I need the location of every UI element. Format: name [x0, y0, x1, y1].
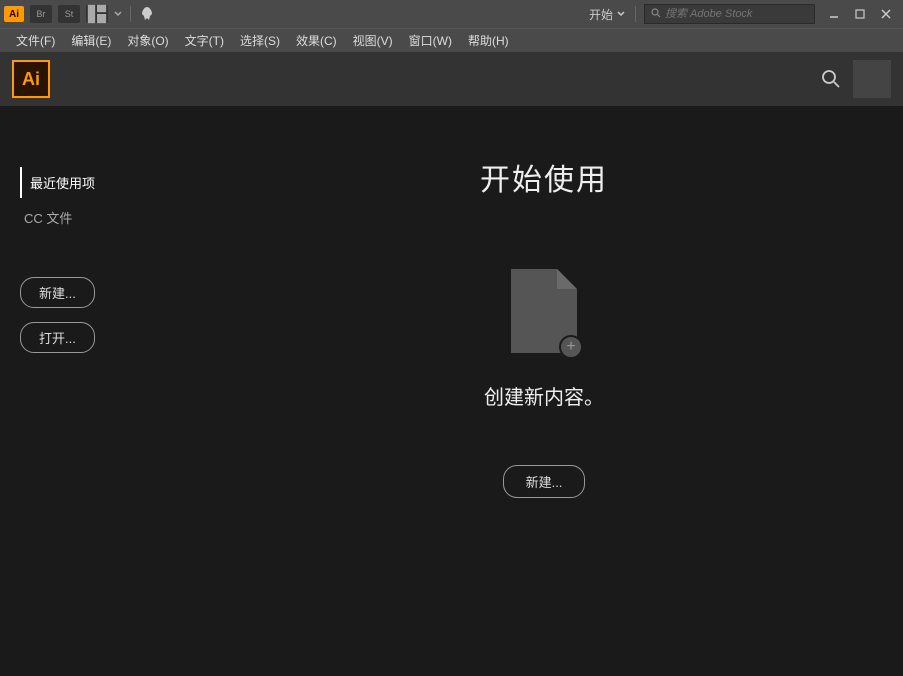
- app-logo-big: Ai: [12, 60, 50, 98]
- chevron-down-icon[interactable]: [114, 10, 122, 18]
- titlebar-left: Ai Br St: [4, 5, 155, 23]
- sidebar-item-recent[interactable]: 最近使用项: [20, 167, 167, 198]
- menu-edit[interactable]: 编辑(E): [63, 30, 119, 51]
- content: 开始使用 + 创建新内容。 新建...: [185, 107, 903, 676]
- rocket-icon[interactable]: [139, 6, 155, 22]
- stock-search-box[interactable]: [644, 4, 815, 24]
- menu-file[interactable]: 文件(F): [8, 30, 63, 51]
- toolbar-search-icon[interactable]: [817, 65, 845, 93]
- menu-help[interactable]: 帮助(H): [460, 30, 517, 51]
- content-new-button[interactable]: 新建...: [503, 465, 586, 498]
- minimize-button[interactable]: [821, 4, 847, 24]
- stock-icon[interactable]: St: [58, 5, 80, 23]
- main-area: 最近使用项 CC 文件 新建... 打开... 开始使用 + 创建新内容。 新建…: [0, 107, 903, 676]
- stock-search-input[interactable]: [665, 8, 808, 20]
- maximize-button[interactable]: [847, 4, 873, 24]
- window-controls: [821, 4, 899, 24]
- menu-object[interactable]: 对象(O): [119, 30, 176, 51]
- workspace-dropdown[interactable]: 开始: [581, 4, 633, 25]
- start-title: 开始使用: [480, 155, 608, 199]
- toolbar: Ai: [0, 52, 903, 107]
- workspace-label: 开始: [589, 6, 613, 23]
- divider: [635, 6, 636, 22]
- menu-view[interactable]: 视图(V): [345, 30, 401, 51]
- create-text: 创建新内容。: [484, 381, 604, 410]
- sidebar-new-button[interactable]: 新建...: [20, 277, 95, 308]
- sidebar: 最近使用项 CC 文件 新建... 打开...: [0, 107, 185, 676]
- new-document-icon: +: [511, 269, 577, 353]
- menu-effect[interactable]: 效果(C): [288, 30, 345, 51]
- arrange-icon[interactable]: [86, 5, 108, 23]
- menu-select[interactable]: 选择(S): [232, 30, 288, 51]
- sidebar-item-ccfiles[interactable]: CC 文件: [20, 202, 167, 233]
- menu-window[interactable]: 窗口(W): [401, 30, 460, 51]
- sidebar-nav: 最近使用项 CC 文件: [20, 167, 167, 237]
- toolbar-panel-button[interactable]: [853, 60, 891, 98]
- app-logo-small[interactable]: Ai: [4, 6, 24, 22]
- menu-type[interactable]: 文字(T): [177, 30, 232, 51]
- titlebar: Ai Br St 开始: [0, 0, 903, 28]
- search-icon: [651, 8, 661, 21]
- divider: [130, 6, 131, 22]
- close-button[interactable]: [873, 4, 899, 24]
- sidebar-open-button[interactable]: 打开...: [20, 322, 95, 353]
- menubar: 文件(F) 编辑(E) 对象(O) 文字(T) 选择(S) 效果(C) 视图(V…: [0, 28, 903, 52]
- plus-icon: +: [559, 335, 583, 359]
- bridge-icon[interactable]: Br: [30, 5, 52, 23]
